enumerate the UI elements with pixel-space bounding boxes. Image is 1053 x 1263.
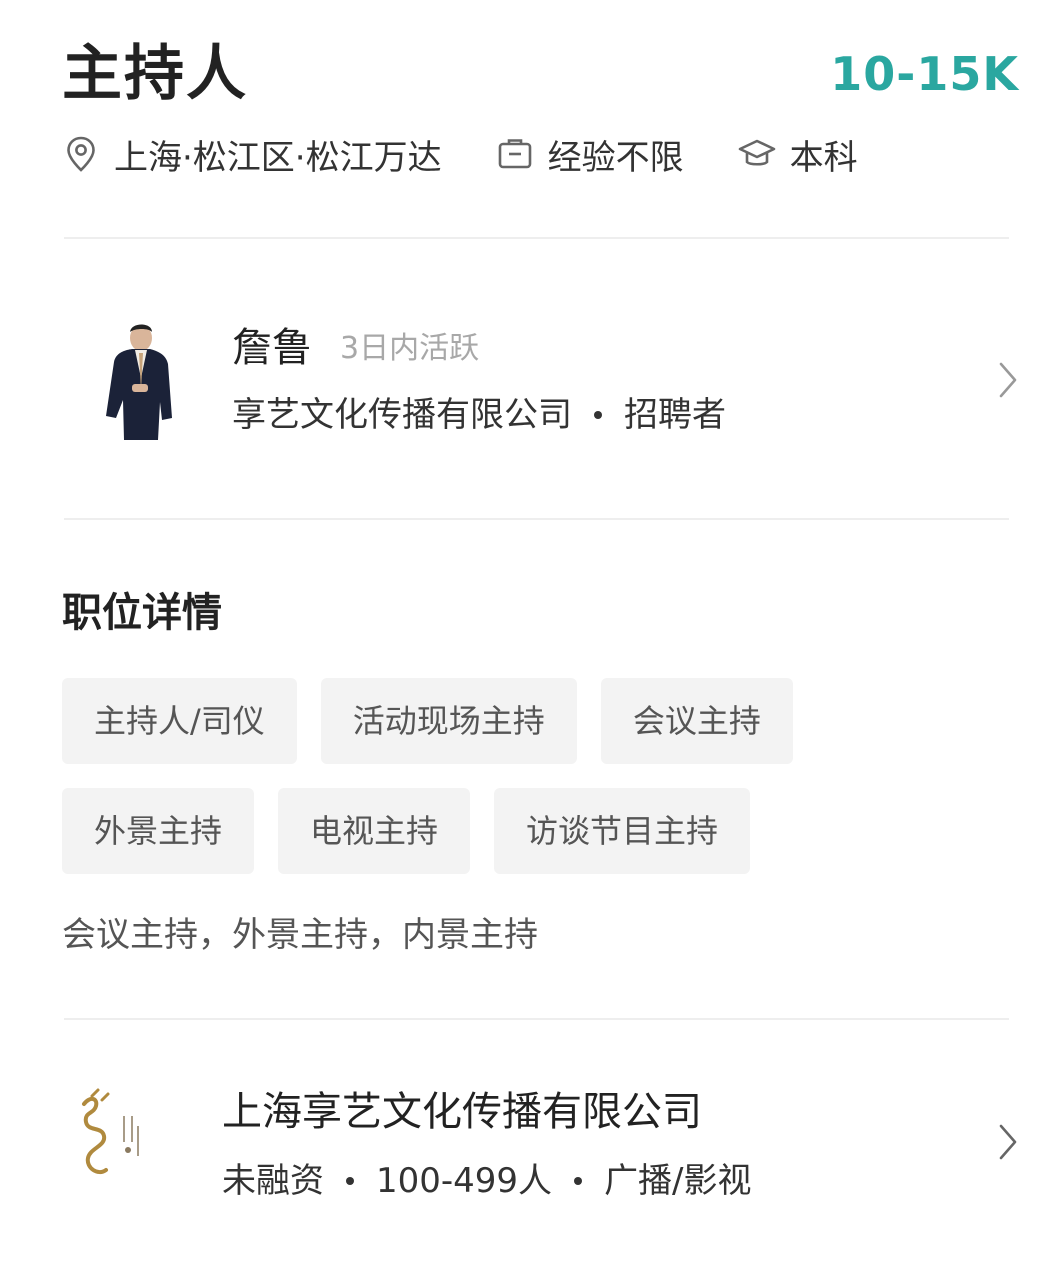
company-funding: 未融资 — [222, 1161, 324, 1201]
briefcase-icon — [498, 139, 531, 169]
tag-row: 外景主持 电视主持 访谈节目主持 — [62, 788, 842, 874]
company-info-line: 未融资 100-499人 广播/影视 — [222, 1158, 752, 1204]
skill-tags: 主持人/司仪 活动现场主持 会议主持 外景主持 电视主持 访谈节目主持 — [62, 678, 842, 898]
skill-tag: 活动现场主持 — [320, 678, 577, 764]
skill-tag: 访谈节目主持 — [494, 788, 751, 874]
separator-dot — [594, 411, 602, 419]
recruiter-company-line: 享艺文化传播有限公司 招聘者 — [232, 392, 726, 438]
company-card[interactable] — [0, 1040, 1053, 1240]
job-title: 主持人 — [62, 39, 248, 109]
salary-range: 10-15K — [830, 47, 1019, 101]
graduation-cap-icon — [738, 139, 775, 166]
skill-tag: 会议主持 — [600, 678, 793, 764]
job-location-text: 上海·松江区·松江万达 — [114, 137, 442, 178]
section-title-job-details: 职位详情 — [62, 590, 222, 636]
separator-dot — [574, 1177, 583, 1185]
divider — [64, 1018, 1009, 1020]
company-industry: 广播/影视 — [604, 1161, 752, 1201]
recruiter-name: 詹鲁 — [232, 325, 312, 371]
tag-row: 主持人/司仪 活动现场主持 会议主持 — [62, 678, 842, 764]
recruiter-avatar-icon[interactable] — [102, 320, 172, 444]
skill-tag: 外景主持 — [62, 788, 255, 874]
job-experience-text: 经验不限 — [547, 137, 684, 178]
chevron-right-icon[interactable] — [997, 360, 1019, 400]
company-size: 100-499人 — [376, 1161, 553, 1201]
job-description: 会议主持，外景主持，内景主持 — [62, 915, 538, 955]
company-name: 上海享艺文化传播有限公司 — [222, 1089, 702, 1135]
recruiter-company: 享艺文化传播有限公司 — [232, 395, 572, 435]
job-meta-row: 上海·松江区·松江万达 经验不限 本科 — [62, 128, 858, 180]
divider — [64, 237, 1009, 239]
recruiter-active-status: 3日内活跃 — [340, 331, 480, 366]
location-pin-icon — [67, 136, 95, 172]
recruiter-role: 招聘者 — [624, 395, 726, 435]
separator-dot — [346, 1177, 354, 1185]
skill-tag: 电视主持 — [278, 788, 471, 874]
job-education-text: 本科 — [789, 137, 858, 178]
chevron-right-icon[interactable] — [997, 1122, 1019, 1162]
job-education: 本科 — [738, 130, 858, 179]
skill-tag: 主持人/司仪 — [62, 678, 297, 764]
job-location: 上海·松江区·松江万达 — [62, 130, 442, 179]
job-experience: 经验不限 — [496, 130, 684, 179]
company-logo-icon[interactable] — [76, 1086, 150, 1190]
divider — [64, 518, 1009, 520]
